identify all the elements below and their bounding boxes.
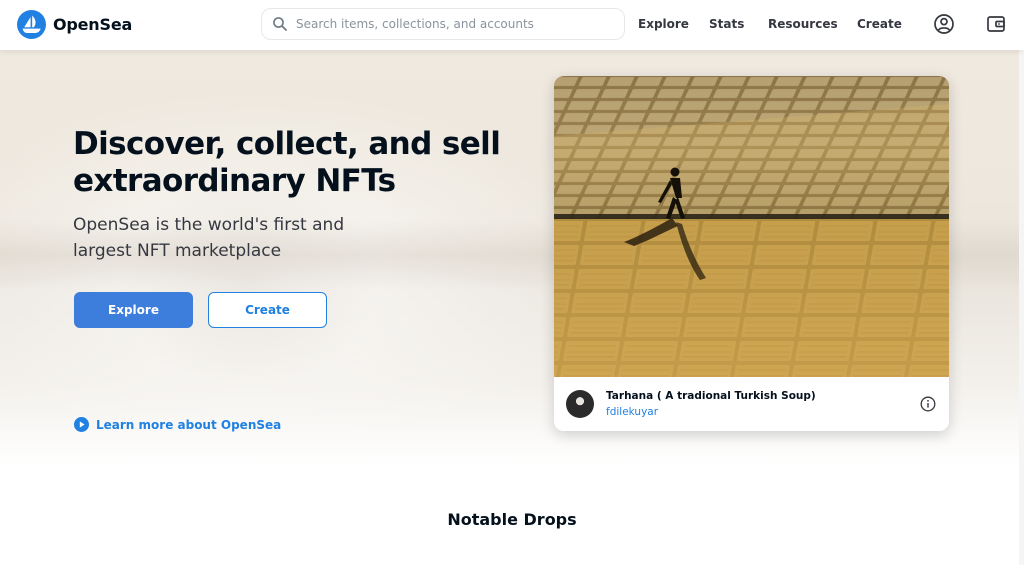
nav-create[interactable]: Create xyxy=(857,17,902,31)
play-circle-icon xyxy=(74,417,89,432)
featured-nft-card[interactable]: Tarhana ( A tradional Turkish Soup) fdil… xyxy=(554,76,949,431)
featured-nft-footer: Tarhana ( A tradional Turkish Soup) fdil… xyxy=(554,377,949,431)
page-scrollbar[interactable] xyxy=(1019,0,1024,565)
hero-title: Discover, collect, and sell extraordinar… xyxy=(73,126,533,200)
hero-subtitle-line-2: largest NFT marketplace xyxy=(73,241,282,261)
featured-nft-image[interactable] xyxy=(554,76,949,377)
wallet-icon[interactable] xyxy=(985,13,1007,35)
learn-more-label: Learn more about OpenSea xyxy=(96,417,282,432)
hero-subtitle: OpenSea is the world's first and largest… xyxy=(73,212,393,264)
explore-button[interactable]: Explore xyxy=(74,292,193,328)
hero-background-blur xyxy=(120,170,380,390)
brand-name: OpenSea xyxy=(53,15,133,34)
hero-title-line-2: extraordinary NFTs xyxy=(73,163,396,199)
info-icon[interactable] xyxy=(920,396,936,412)
nav-stats[interactable]: Stats xyxy=(709,17,744,31)
notable-drops-heading: Notable Drops xyxy=(447,510,577,529)
learn-more-link[interactable]: Learn more about OpenSea xyxy=(74,417,281,432)
search-input[interactable] xyxy=(296,10,624,38)
featured-nft-title[interactable]: Tarhana ( A tradional Turkish Soup) xyxy=(606,390,816,402)
creator-avatar[interactable] xyxy=(566,390,594,418)
account-icon[interactable] xyxy=(933,13,955,35)
brand-home-link[interactable]: OpenSea xyxy=(17,10,132,39)
search-box[interactable] xyxy=(261,8,625,40)
hero-section: Discover, collect, and sell extraordinar… xyxy=(0,50,1024,465)
hero-title-line-1: Discover, collect, and sell xyxy=(73,126,501,162)
create-button[interactable]: Create xyxy=(208,292,327,328)
nav-explore[interactable]: Explore xyxy=(638,17,689,31)
hero-subtitle-line-1: OpenSea is the world's first and xyxy=(73,215,345,235)
nav-resources[interactable]: Resources xyxy=(768,17,838,31)
opensea-logo-icon xyxy=(17,10,46,39)
search-icon xyxy=(272,16,288,32)
featured-nft-creator[interactable]: fdilekuyar xyxy=(606,406,658,418)
top-navigation-bar: OpenSea Explore Stats Resources Create xyxy=(0,0,1024,50)
